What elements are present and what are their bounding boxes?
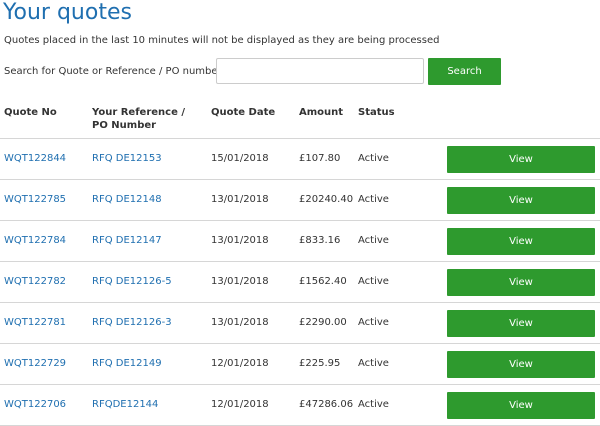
- quote-amount: £47286.06: [299, 399, 354, 410]
- view-button[interactable]: View: [447, 392, 595, 419]
- view-button[interactable]: View: [447, 269, 595, 296]
- table-row: WQT122706 RFQDE12144 12/01/2018 £47286.0…: [0, 385, 600, 426]
- header-amount: Amount: [299, 107, 344, 118]
- quote-status: Active: [358, 399, 389, 410]
- header-quote-no: Quote No: [4, 107, 57, 118]
- quote-status: Active: [358, 317, 389, 328]
- quote-amount: £2290.00: [299, 317, 347, 328]
- view-button[interactable]: View: [447, 351, 595, 378]
- quote-no-link[interactable]: WQT122729: [4, 357, 66, 371]
- quote-date: 12/01/2018: [211, 358, 269, 369]
- quote-no-link[interactable]: WQT122781: [4, 316, 66, 330]
- quote-date: 13/01/2018: [211, 194, 269, 205]
- header-status: Status: [358, 107, 395, 118]
- quotes-table: Quote No Your Reference / PO Number Quot…: [0, 100, 600, 426]
- quote-no-link[interactable]: WQT122782: [4, 275, 66, 289]
- quote-status: Active: [358, 235, 389, 246]
- search-input[interactable]: [216, 58, 424, 84]
- table-row: WQT122782 RFQ DE12126-5 13/01/2018 £1562…: [0, 262, 600, 303]
- quote-no-link[interactable]: WQT122784: [4, 234, 66, 248]
- quote-no-link[interactable]: WQT122706: [4, 398, 66, 412]
- view-button[interactable]: View: [447, 146, 595, 173]
- quote-date: 13/01/2018: [211, 276, 269, 287]
- quote-status: Active: [358, 153, 389, 164]
- reference-link[interactable]: RFQ DE12148: [92, 193, 202, 207]
- view-button[interactable]: View: [447, 310, 595, 337]
- view-button[interactable]: View: [447, 187, 595, 214]
- search-label: Search for Quote or Reference / PO numbe…: [4, 66, 222, 77]
- quote-status: Active: [358, 194, 389, 205]
- table-row: WQT122844 RFQ DE12153 15/01/2018 £107.80…: [0, 139, 600, 180]
- quote-date: 15/01/2018: [211, 153, 269, 164]
- reference-link[interactable]: RFQDE12144: [92, 398, 202, 412]
- quote-amount: £225.95: [299, 358, 341, 369]
- processing-notice: Quotes placed in the last 10 minutes wil…: [4, 35, 440, 46]
- search-button[interactable]: Search: [428, 58, 501, 85]
- table-row: WQT122781 RFQ DE12126-3 13/01/2018 £2290…: [0, 303, 600, 344]
- page-title: Your quotes: [3, 0, 132, 25]
- reference-link[interactable]: RFQ DE12126-5: [92, 275, 202, 289]
- table-header: Quote No Your Reference / PO Number Quot…: [0, 100, 600, 139]
- quote-date: 13/01/2018: [211, 317, 269, 328]
- reference-link[interactable]: RFQ DE12149: [92, 357, 202, 371]
- quote-no-link[interactable]: WQT122844: [4, 152, 66, 166]
- quote-date: 13/01/2018: [211, 235, 269, 246]
- quote-status: Active: [358, 276, 389, 287]
- quote-amount: £20240.40: [299, 194, 354, 205]
- table-row: WQT122785 RFQ DE12148 13/01/2018 £20240.…: [0, 180, 600, 221]
- table-row: WQT122729 RFQ DE12149 12/01/2018 £225.95…: [0, 344, 600, 385]
- quote-date: 12/01/2018: [211, 399, 269, 410]
- quote-status: Active: [358, 358, 389, 369]
- quote-no-link[interactable]: WQT122785: [4, 193, 66, 207]
- reference-link[interactable]: RFQ DE12153: [92, 152, 202, 166]
- quote-amount: £833.16: [299, 235, 341, 246]
- header-quote-date: Quote Date: [211, 107, 276, 118]
- header-reference: Your Reference / PO Number: [92, 107, 186, 131]
- table-row: WQT122784 RFQ DE12147 13/01/2018 £833.16…: [0, 221, 600, 262]
- view-button[interactable]: View: [447, 228, 595, 255]
- reference-link[interactable]: RFQ DE12147: [92, 234, 202, 248]
- quote-amount: £107.80: [299, 153, 341, 164]
- reference-link[interactable]: RFQ DE12126-3: [92, 316, 202, 330]
- quote-amount: £1562.40: [299, 276, 347, 287]
